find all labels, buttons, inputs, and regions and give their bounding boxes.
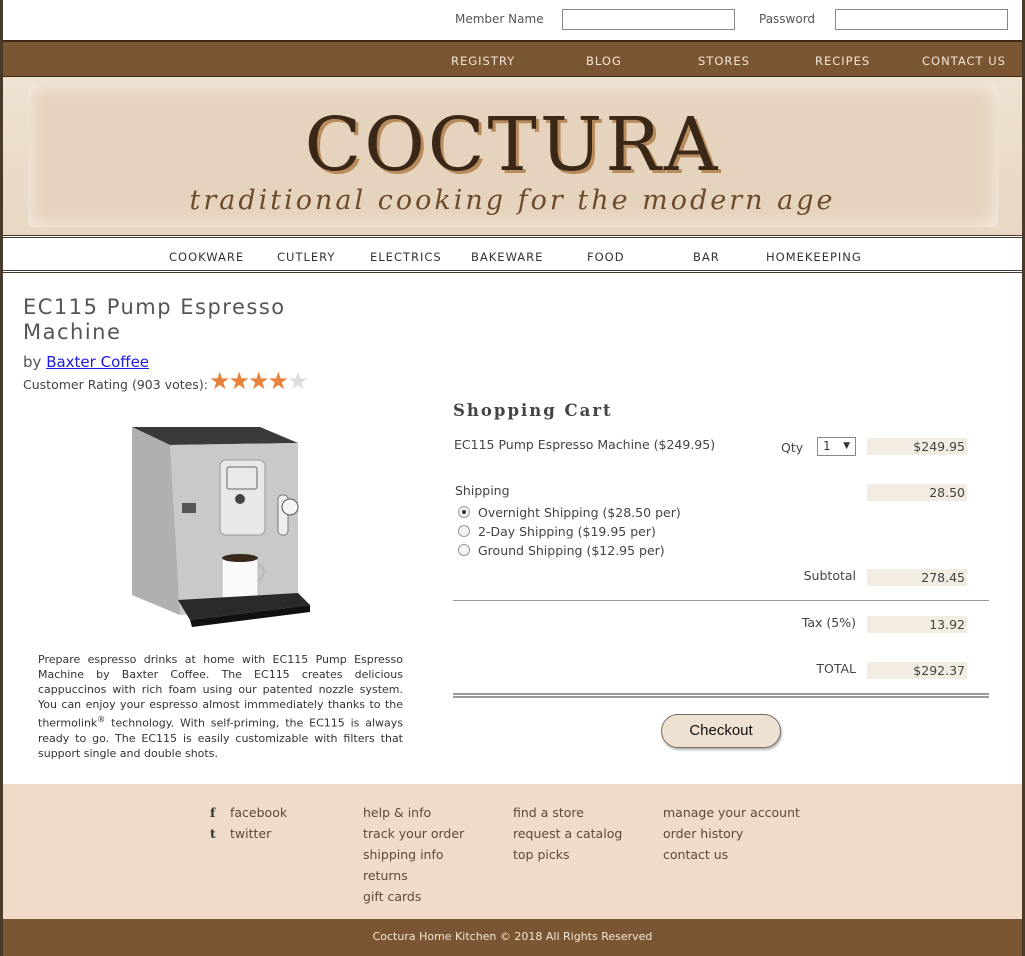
footer-link[interactable]: request a catalog	[513, 823, 622, 844]
shipping-option-overnight[interactable]: Overnight Shipping ($28.50 per)	[458, 505, 681, 520]
nav-recipes[interactable]: RECIPES	[815, 54, 870, 68]
copyright: Coctura Home Kitchen © 2018 All Rights R…	[3, 919, 1022, 956]
footer-link[interactable]: gift cards	[363, 886, 464, 907]
total-label: TOTAL	[816, 661, 856, 676]
shipping-option-ground[interactable]: Ground Shipping ($12.95 per)	[458, 543, 665, 558]
radio-button[interactable]	[458, 506, 470, 518]
product-image[interactable]	[120, 415, 320, 635]
footer-link[interactable]: contact us	[663, 844, 800, 865]
total-amount: $292.37	[867, 662, 967, 679]
qty-value: 1	[823, 439, 831, 453]
shipping-label: Shipping	[455, 483, 510, 498]
star-icon[interactable]: ★	[209, 367, 230, 395]
checkout-button[interactable]: Checkout	[661, 714, 781, 748]
category-bakeware[interactable]: BAKEWARE	[471, 250, 543, 264]
by-label: by	[23, 353, 42, 371]
shipping-option-2day[interactable]: 2-Day Shipping ($19.95 per)	[458, 524, 656, 539]
footer-link[interactable]: track your order	[363, 823, 464, 844]
facebook-link[interactable]: f facebook	[210, 802, 287, 823]
double-divider	[453, 693, 989, 698]
item-amount: $249.95	[867, 438, 967, 455]
footer-col-stores: find a store request a catalog top picks	[513, 802, 622, 865]
footer-col-account: manage your account order history contac…	[663, 802, 800, 865]
member-name-input[interactable]	[562, 9, 735, 30]
twitter-icon: t	[210, 826, 216, 841]
star-icon[interactable]: ★	[248, 367, 269, 395]
rating-label: Customer Rating (903 votes):	[23, 377, 208, 392]
qty-label: Qty	[781, 440, 804, 455]
shipping-option-label: 2-Day Shipping ($19.95 per)	[478, 524, 656, 539]
star-icon[interactable]: ★	[287, 367, 308, 395]
tax-amount: 13.92	[867, 616, 967, 633]
shipping-amount: 28.50	[867, 484, 967, 501]
star-icon[interactable]: ★	[268, 367, 289, 395]
shipping-option-label: Overnight Shipping ($28.50 per)	[478, 505, 681, 520]
brand-link[interactable]: Baxter Coffee	[46, 353, 149, 371]
qty-select[interactable]: 1 ▼	[817, 437, 856, 456]
site-logo[interactable]: COCTURA	[3, 102, 1022, 188]
divider	[453, 600, 989, 601]
product-description: Prepare espresso drinks at home with EC1…	[38, 652, 403, 761]
nav-registry[interactable]: REGISTRY	[451, 54, 515, 68]
site-banner[interactable]: COCTURA traditional cooking for the mode…	[3, 77, 1022, 235]
footer-link[interactable]: help & info	[363, 802, 464, 823]
product-title: EC115 Pump Espresso Machine	[23, 295, 286, 344]
nav-blog[interactable]: BLOG	[586, 54, 622, 68]
cart-item-name: EC115 Pump Espresso Machine ($249.95)	[454, 437, 716, 452]
tax-label: Tax (5%)	[801, 615, 856, 630]
footer: f facebook t twitter help & info track you…	[3, 784, 1022, 919]
footer-link[interactable]: manage your account	[663, 802, 800, 823]
footer-link[interactable]: find a store	[513, 802, 622, 823]
facebook-icon: f	[210, 805, 216, 820]
login-bar: Member Name Password	[3, 0, 1022, 40]
password-input[interactable]	[835, 9, 1008, 30]
nav-contact-us[interactable]: CONTACT US	[922, 54, 1006, 68]
star-icon[interactable]: ★	[229, 367, 250, 395]
twitter-label: twitter	[230, 826, 272, 841]
category-electrics[interactable]: ELECTRICS	[370, 250, 442, 264]
footer-link[interactable]: top picks	[513, 844, 622, 865]
category-nav: COOKWARE CUTLERY ELECTRICS BAKEWARE FOOD…	[3, 235, 1022, 273]
radio-button[interactable]	[458, 544, 470, 556]
footer-link[interactable]: order history	[663, 823, 800, 844]
site-tagline: traditional cooking for the modern age	[189, 185, 836, 216]
category-food[interactable]: FOOD	[587, 250, 625, 264]
category-cutlery[interactable]: CUTLERY	[277, 250, 335, 264]
nav-stores[interactable]: STORES	[698, 54, 750, 68]
member-name-label: Member Name	[455, 12, 544, 26]
category-cookware[interactable]: COOKWARE	[169, 250, 244, 264]
footer-link[interactable]: shipping info	[363, 844, 464, 865]
radio-button[interactable]	[458, 525, 470, 537]
category-bar[interactable]: BAR	[693, 250, 720, 264]
footer-link[interactable]: returns	[363, 865, 464, 886]
cart-title: Shopping Cart	[453, 401, 613, 420]
chevron-down-icon: ▼	[843, 441, 850, 451]
footer-col-help: help & info track your order shipping in…	[363, 802, 464, 907]
subtotal-amount: 278.45	[867, 569, 967, 586]
top-nav: REGISTRY BLOG STORES RECIPES CONTACT US	[3, 40, 1022, 77]
rating-stars[interactable]: ★★★★★	[209, 367, 309, 395]
twitter-link[interactable]: t twitter	[210, 823, 287, 844]
shipping-option-label: Ground Shipping ($12.95 per)	[478, 543, 665, 558]
password-label: Password	[759, 12, 816, 26]
subtotal-label: Subtotal	[803, 568, 856, 583]
facebook-label: facebook	[230, 805, 288, 820]
product-byline: by Baxter Coffee	[23, 353, 149, 371]
category-homekeeping[interactable]: HOMEKEEPING	[766, 250, 862, 264]
footer-social: f facebook t twitter	[210, 802, 287, 844]
